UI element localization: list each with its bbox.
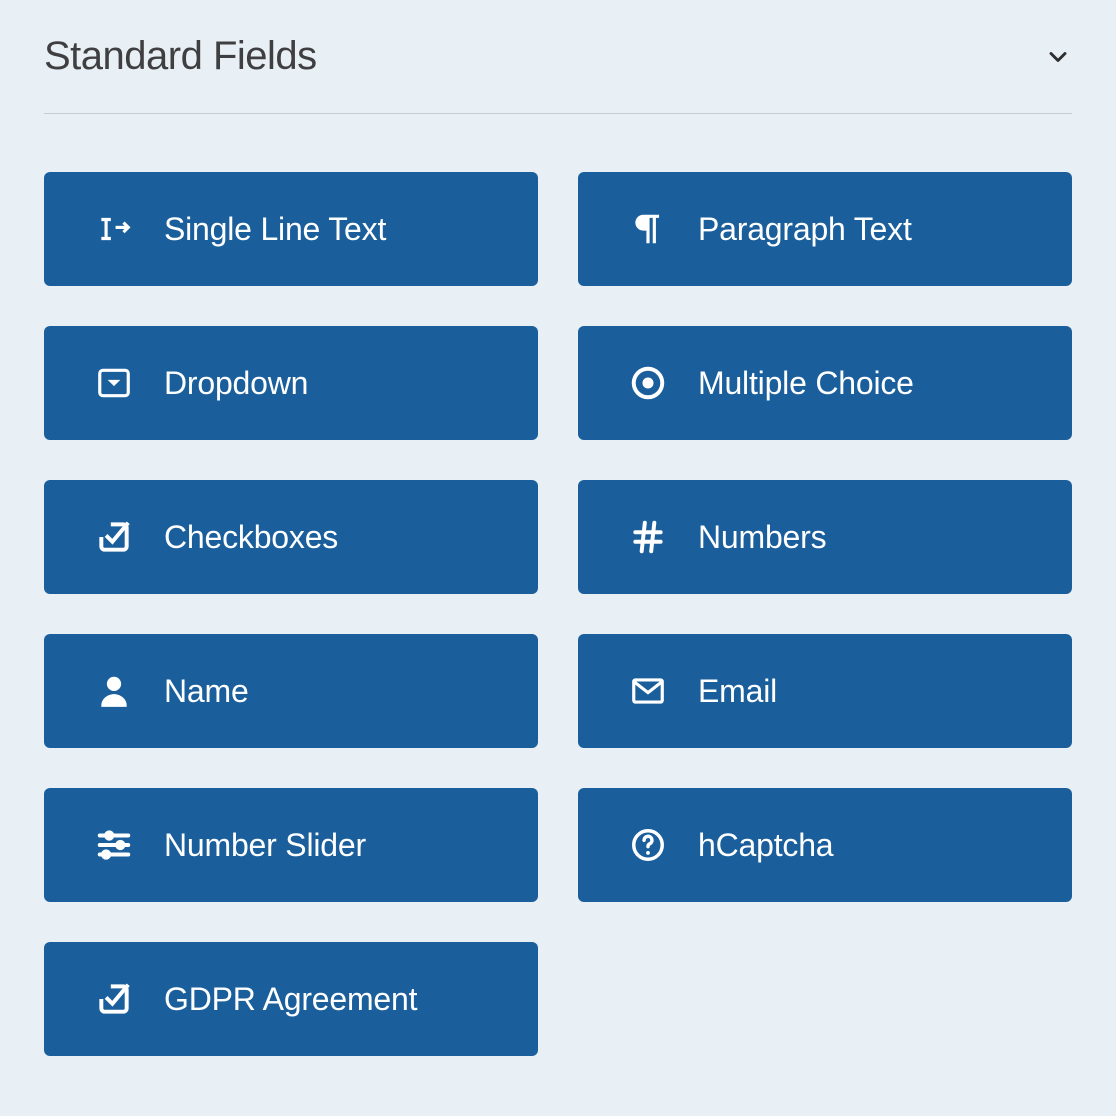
dropdown-icon [94,363,134,403]
fields-grid: Single Line Text Paragraph Text Dropdown… [44,172,1072,1056]
user-icon [94,671,134,711]
number-slider-button[interactable]: Number Slider [44,788,538,902]
field-label: Dropdown [164,365,308,402]
hash-icon [628,517,668,557]
text-cursor-icon [94,209,134,249]
email-button[interactable]: Email [578,634,1072,748]
field-label: Name [164,673,249,710]
field-label: hCaptcha [698,827,833,864]
field-label: GDPR Agreement [164,981,417,1018]
chevron-down-icon [1044,43,1072,71]
numbers-button[interactable]: Numbers [578,480,1072,594]
checkboxes-button[interactable]: Checkboxes [44,480,538,594]
question-circle-icon [628,825,668,865]
field-label: Number Slider [164,827,366,864]
sliders-icon [94,825,134,865]
multiple-choice-button[interactable]: Multiple Choice [578,326,1072,440]
field-label: Email [698,673,777,710]
hcaptcha-button[interactable]: hCaptcha [578,788,1072,902]
field-label: Numbers [698,519,826,556]
field-label: Multiple Choice [698,365,914,402]
paragraph-icon [628,209,668,249]
checkbox-checked-icon [94,517,134,557]
standard-fields-header[interactable]: Standard Fields [44,16,1072,114]
field-label: Checkboxes [164,519,338,556]
section-title: Standard Fields [44,34,317,79]
name-button[interactable]: Name [44,634,538,748]
field-label: Paragraph Text [698,211,912,248]
checkbox-checked-icon [94,979,134,1019]
paragraph-text-button[interactable]: Paragraph Text [578,172,1072,286]
field-label: Single Line Text [164,211,386,248]
dropdown-button[interactable]: Dropdown [44,326,538,440]
single-line-text-button[interactable]: Single Line Text [44,172,538,286]
gdpr-agreement-button[interactable]: GDPR Agreement [44,942,538,1056]
radio-button-icon [628,363,668,403]
envelope-icon [628,671,668,711]
